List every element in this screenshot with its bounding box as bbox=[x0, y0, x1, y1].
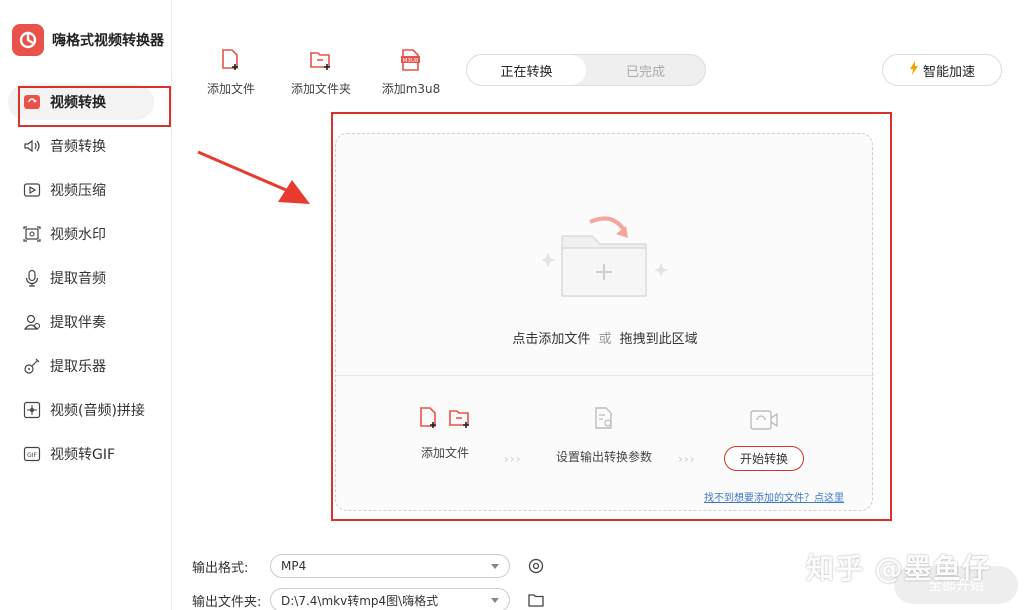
help-link[interactable]: 找不到想要添加的文件？点这里 bbox=[704, 489, 844, 504]
sidebar-item-label: 视频水印 bbox=[50, 227, 106, 243]
lightning-icon bbox=[909, 61, 919, 79]
step-arrow-1-icon: ››› bbox=[504, 452, 522, 466]
add-m3u8-button[interactable]: M3U8 添加m3u8 bbox=[376, 48, 446, 97]
sidebar-nav: 视频转换 音频转换 视频压缩 视频水印 提取音频 提取伴奏 提取乐器 视频(音频… bbox=[0, 80, 172, 476]
annotation-arrow bbox=[194, 146, 314, 214]
m3u8-file-icon: M3U8 bbox=[399, 48, 423, 76]
dropzone-divider bbox=[336, 375, 874, 376]
output-folder-value: D:\7.4\mkv转mp4图\嗨格式 bbox=[281, 593, 439, 608]
status-tabs: 正在转换 已完成 bbox=[466, 54, 706, 86]
app-logo-icon bbox=[12, 24, 44, 56]
sidebar: 嗨格式视频转换器 视频转换 音频转换 视频压缩 视频水印 提取音频 提取伴奏 提… bbox=[0, 0, 172, 610]
speaker-icon bbox=[22, 136, 42, 156]
output-format-select[interactable]: MP4 bbox=[270, 554, 510, 578]
output-format-label: 输出格式: bbox=[192, 560, 249, 576]
zhihu-watermark: 知乎 @墨鱼仔 bbox=[806, 552, 991, 585]
add-file-icon bbox=[220, 48, 242, 76]
add-file-label: 添加文件 bbox=[206, 82, 255, 96]
convert-video-icon bbox=[750, 410, 778, 434]
chevron-down-icon bbox=[491, 563, 499, 569]
open-folder-icon[interactable] bbox=[528, 593, 544, 607]
sidebar-item-video-convert[interactable]: 视频转换 bbox=[0, 80, 172, 124]
step-settings-label: 设置输出转换参数 bbox=[556, 450, 653, 464]
add-m3u8-label: 添加m3u8 bbox=[381, 82, 441, 96]
dropzone-hint: 点击添加文件 或 拖拽到此区域 bbox=[336, 328, 874, 347]
add-folder-label: 添加文件夹 bbox=[290, 82, 351, 96]
sidebar-item-extract-audio[interactable]: 提取音频 bbox=[0, 256, 172, 300]
sidebar-item-label: 提取音频 bbox=[50, 271, 106, 287]
sidebar-item-video-watermark[interactable]: 视频水印 bbox=[0, 212, 172, 256]
add-file-button[interactable]: 添加文件 bbox=[196, 48, 266, 97]
svg-text:GIF: GIF bbox=[27, 452, 37, 459]
smart-accelerate-button[interactable]: 智能加速 bbox=[882, 54, 1002, 86]
hint-drag: 拖拽到此区域 bbox=[619, 332, 698, 347]
hint-or: 或 bbox=[598, 332, 612, 347]
watermark-icon bbox=[22, 224, 42, 244]
sidebar-item-label: 提取乐器 bbox=[50, 359, 106, 375]
sidebar-item-audio-convert[interactable]: 音频转换 bbox=[0, 124, 172, 168]
output-folder-select[interactable]: D:\7.4\mkv转mp4图\嗨格式 bbox=[270, 588, 510, 610]
microphone-icon bbox=[22, 268, 42, 288]
step-add-file-icon bbox=[418, 406, 472, 430]
output-format-row: 输出格式: MP4 bbox=[192, 554, 544, 578]
sidebar-item-label: 视频转GIF bbox=[50, 447, 116, 463]
tab-converting[interactable]: 正在转换 bbox=[467, 55, 586, 85]
dropzone[interactable]: 点击添加文件 或 拖拽到此区域 添加文件 ››› 设置输出转换参数 ››› 开始… bbox=[335, 133, 874, 511]
step-add-file: 添加文件 bbox=[418, 406, 472, 461]
m3u8-badge-text: M3U8 bbox=[403, 58, 419, 64]
add-folder-button[interactable]: 添加文件夹 bbox=[286, 48, 356, 97]
chevron-down-icon bbox=[491, 597, 499, 603]
format-settings-gear-icon[interactable] bbox=[528, 558, 544, 574]
settings-file-icon bbox=[593, 406, 615, 434]
video-compress-icon bbox=[22, 180, 42, 200]
gif-icon: GIF bbox=[22, 444, 42, 464]
sidebar-item-video-compress[interactable]: 视频压缩 bbox=[0, 168, 172, 212]
sidebar-item-extract-accompaniment[interactable]: 提取伴奏 bbox=[0, 300, 172, 344]
toolbar: 添加文件 添加文件夹 M3U8 添加m3u8 bbox=[196, 48, 446, 97]
sidebar-item-video-gif[interactable]: GIF 视频转GIF bbox=[0, 432, 172, 476]
step-settings: 设置输出转换参数 bbox=[556, 406, 652, 465]
guitar-icon bbox=[22, 356, 42, 376]
hint-click: 点击添加文件 bbox=[512, 332, 591, 347]
video-convert-icon bbox=[22, 92, 42, 112]
output-format-value: MP4 bbox=[281, 559, 307, 573]
sidebar-item-label: 提取伴奏 bbox=[50, 315, 106, 331]
output-folder-label: 输出文件夹: bbox=[192, 594, 262, 610]
sidebar-item-merge[interactable]: 视频(音频)拼接 bbox=[0, 388, 172, 432]
add-folder-illustration-icon bbox=[541, 208, 672, 312]
tab-done[interactable]: 已完成 bbox=[586, 55, 705, 85]
start-convert-button[interactable]: 开始转换 bbox=[724, 446, 804, 471]
accompaniment-icon bbox=[22, 312, 42, 332]
sidebar-item-label: 视频转换 bbox=[50, 95, 106, 111]
brand: 嗨格式视频转换器 bbox=[12, 24, 164, 56]
add-folder-icon bbox=[309, 48, 333, 76]
step-arrow-2-icon: ››› bbox=[678, 452, 696, 466]
app-title: 嗨格式视频转换器 bbox=[52, 33, 164, 49]
sidebar-item-label: 视频(音频)拼接 bbox=[50, 403, 145, 419]
step-add-file-label: 添加文件 bbox=[420, 446, 469, 460]
sidebar-item-label: 视频压缩 bbox=[50, 183, 106, 199]
output-folder-row: 输出文件夹: D:\7.4\mkv转mp4图\嗨格式 bbox=[192, 588, 544, 610]
merge-icon bbox=[22, 400, 42, 420]
smart-accelerate-label: 智能加速 bbox=[922, 64, 975, 80]
sidebar-item-extract-instrument[interactable]: 提取乐器 bbox=[0, 344, 172, 388]
sidebar-item-label: 音频转换 bbox=[50, 139, 106, 155]
